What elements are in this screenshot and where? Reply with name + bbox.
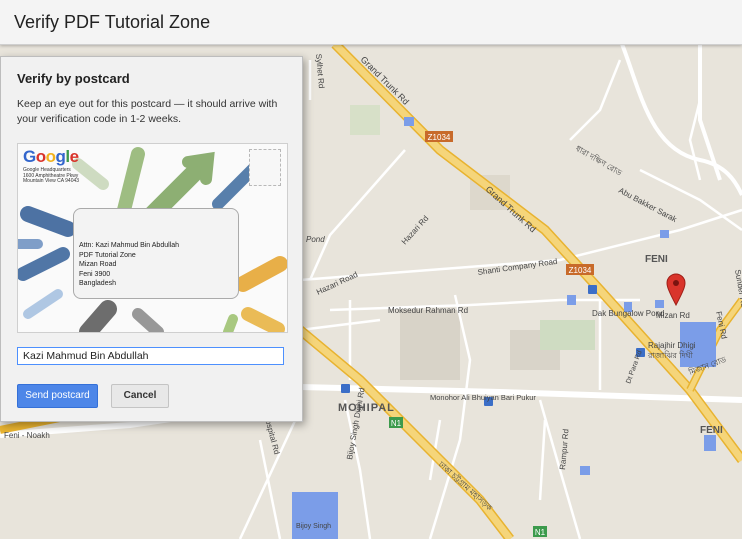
address-line: Mizan Road [79,261,117,268]
google-logo: Google [23,147,79,166]
sender-address: Google Headquarters 1600 Amphitheatre Pk… [23,167,80,185]
dialog-title: Verify by postcard [17,71,130,86]
water-pond [704,435,716,451]
water-pond [404,117,414,126]
water-pond [567,295,576,305]
street-label: Mizan Rd [656,311,690,320]
dialog-description: Keep an eye out for this postcard — it s… [17,98,278,125]
recipient-address: Attn: Kazi Mahmud Bin Abdullah PDF Tutor… [79,241,179,289]
place-label: MOHIPAL [338,402,395,414]
page-title: Verify PDF Tutorial Zone [14,12,211,32]
park-area [350,105,380,135]
water-pond [292,492,338,539]
place-label: Monohor Ali Bhuiyan Bari Pukur [430,393,536,402]
route-label: N1 [535,528,546,537]
place-label: FENI [645,254,668,265]
route-label: N1 [391,419,402,428]
recipient-name-input[interactable] [17,347,284,365]
water-pond [655,300,664,308]
address-line: Bangladesh [79,280,116,287]
water-pond [580,466,590,475]
bus-stop-icon[interactable] [341,384,350,393]
top-bar: Verify PDF Tutorial Zone [0,0,742,45]
address-line: PDF Tutorial Zone [79,251,136,259]
route-label: Z1034 [569,266,592,275]
water-label: Dak Bungalow Pond [592,309,665,318]
stamp-placeholder [249,149,281,186]
water-pond [660,230,669,238]
water-label: Rajajhir Dhigi [648,341,696,350]
postcard-preview: Google Google Headquarters 1600 Amphithe… [17,143,288,333]
route-label: Z1034 [428,133,451,142]
water-label: রাজাঝির দিঘী [647,350,694,360]
park-area [540,320,595,350]
street-label: Moksedur Rahman Rd [388,306,468,315]
water-label: Bijoy Singh [296,523,331,530]
verify-postcard-dialog: Verify by postcard Keep an eye out for t… [0,56,303,422]
address-line: Attn: Kazi Mahmud Bin Abdullah [79,242,180,249]
cancel-button[interactable]: Cancel [111,384,169,408]
send-postcard-button[interactable]: Send postcard [17,384,98,408]
map-area [400,310,460,380]
address-window: Attn: Kazi Mahmud Bin Abdullah PDF Tutor… [73,208,239,299]
place-label: FENI [700,425,723,436]
bus-stop-icon[interactable] [588,285,597,294]
sender-line: Mountain View CA 94043 [23,178,80,184]
water-label: Pond [306,235,325,244]
street-label: Feni - Noakh [4,431,50,440]
address-line: Feni 3900 [79,270,111,278]
